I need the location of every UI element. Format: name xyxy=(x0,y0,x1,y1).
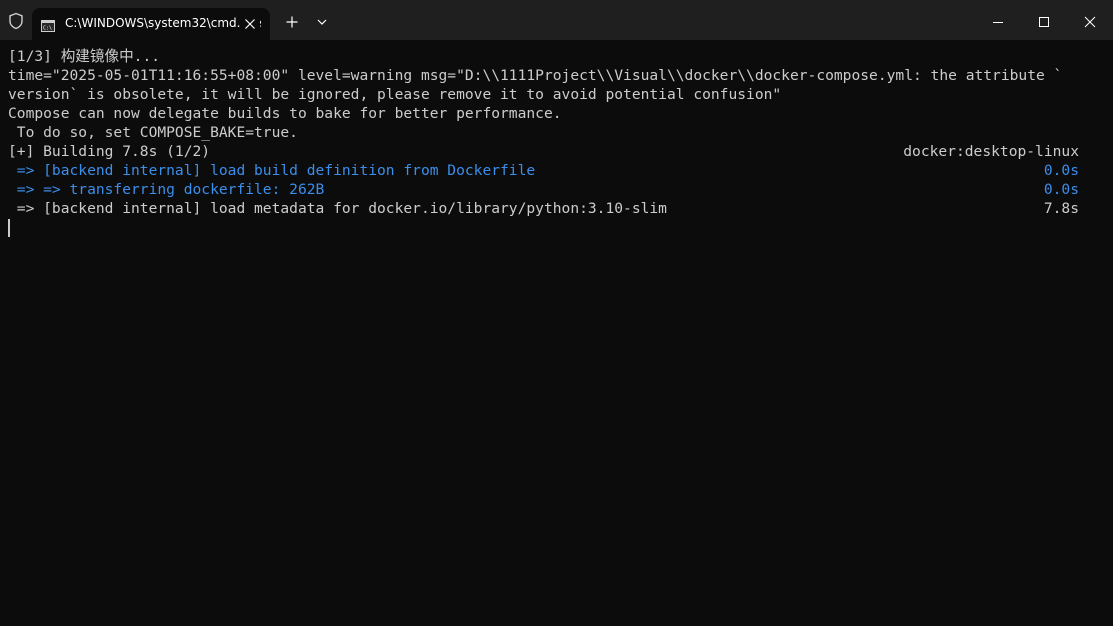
terminal-line: [+] Building 7.8s (1/2) xyxy=(8,143,211,160)
maximize-icon[interactable] xyxy=(1024,8,1064,36)
terminal-line: => [backend internal] load metadata for … xyxy=(8,200,667,217)
chevron-down-icon[interactable] xyxy=(310,8,334,36)
shield-icon xyxy=(6,11,26,31)
build-context-label: docker:desktop-linux xyxy=(903,143,1079,160)
tab-cmd[interactable]: C:\ C:\WINDOWS\system32\cmd.exe xyxy=(32,8,270,40)
step-duration: 0.0s xyxy=(1043,162,1079,179)
terminal-line: version` is obsolete, it will be ignored… xyxy=(8,86,782,103)
title-bar: C:\ C:\WINDOWS\system32\cmd.exe xyxy=(0,0,1113,40)
svg-text:C:\: C:\ xyxy=(43,26,52,32)
terminal-line: => => transferring dockerfile: 262B xyxy=(8,181,325,198)
tab-title: C:\WINDOWS\system32\cmd.exe xyxy=(65,16,261,30)
terminal-line: time="2025-05-01T11:16:55+08:00" level=w… xyxy=(8,67,1063,84)
terminal-line: To do so, set COMPOSE_BAKE=true. xyxy=(8,124,298,141)
plus-icon[interactable] xyxy=(280,8,304,36)
cmd-icon: C:\ xyxy=(41,17,55,32)
close-icon[interactable] xyxy=(240,14,260,34)
terminal-line: Compose can now delegate builds to bake … xyxy=(8,105,562,122)
text-cursor xyxy=(8,219,10,237)
step-duration: 7.8s xyxy=(1043,200,1079,217)
terminal-output[interactable]: [1/3] 构建镜像中... time="2025-05-01T11:16:55… xyxy=(0,40,1113,626)
terminal-line: [1/3] 构建镜像中... xyxy=(8,48,161,65)
close-window-icon[interactable] xyxy=(1068,8,1112,36)
terminal-line: => [backend internal] load build definit… xyxy=(8,162,536,179)
minimize-icon[interactable] xyxy=(978,8,1018,36)
step-duration: 0.0s xyxy=(1043,181,1079,198)
